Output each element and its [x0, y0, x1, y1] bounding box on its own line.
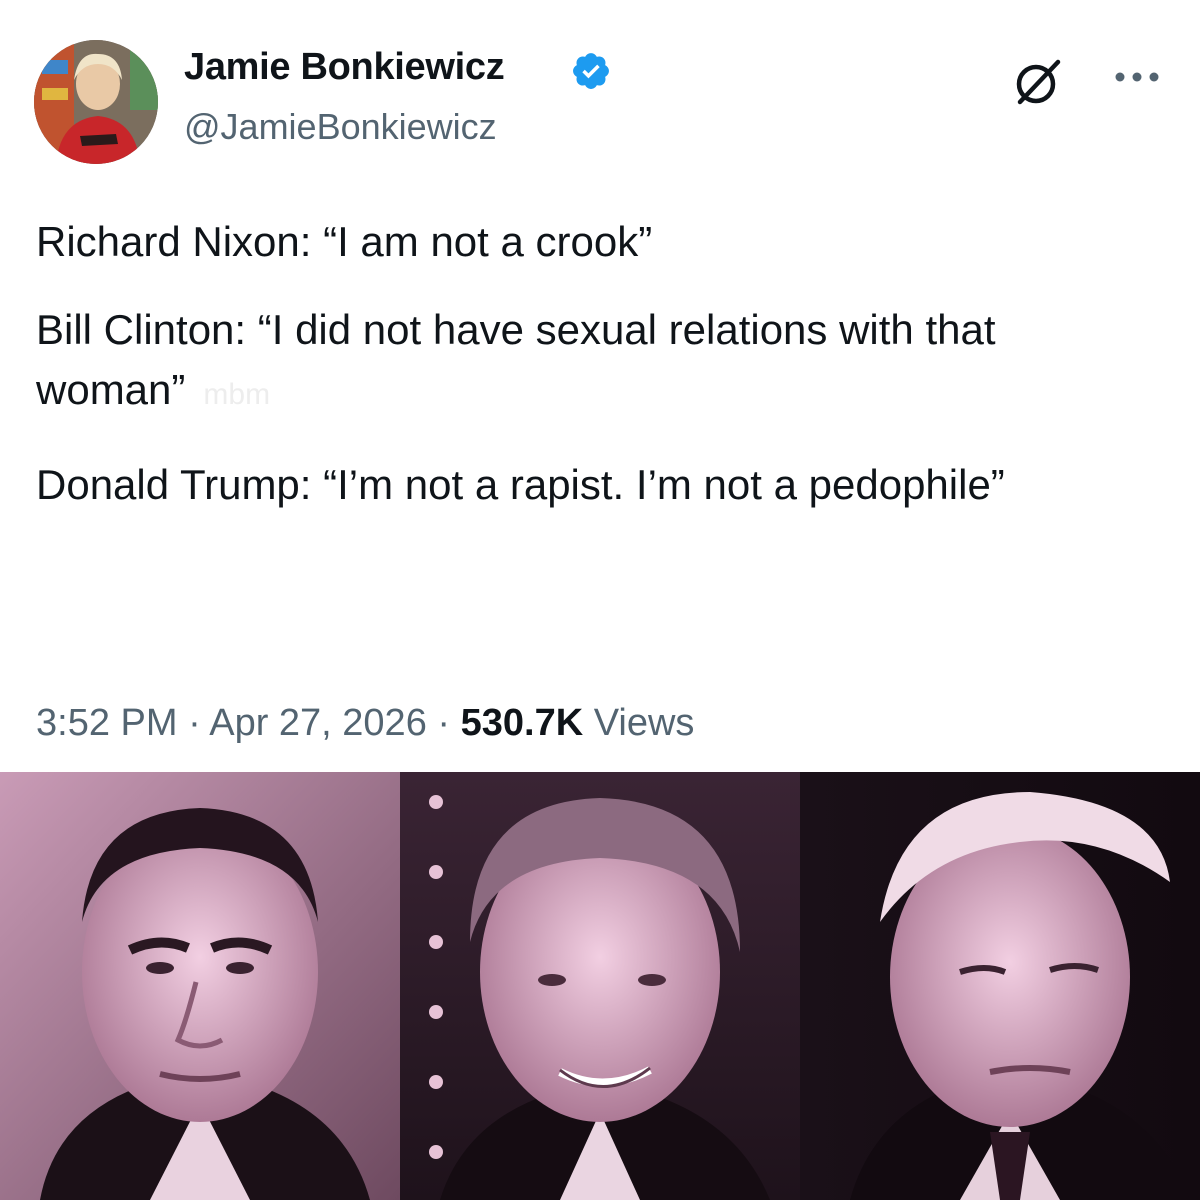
- portrait-trump: [800, 772, 1200, 1200]
- tweet-line-clinton: Bill Clinton: “I did not have sexual rel…: [36, 300, 1166, 425]
- author-display-name[interactable]: Jamie Bonkiewicz: [184, 46, 505, 89]
- portrait-nixon: [0, 772, 400, 1200]
- author-handle[interactable]: @JamieBonkiewicz: [184, 106, 497, 148]
- avatar-image: [34, 40, 158, 164]
- views-label: Views: [593, 702, 695, 744]
- views-count: 530.7K: [460, 702, 584, 744]
- meta-separator: ·: [437, 702, 451, 744]
- watermark-text: mbm: [203, 378, 271, 411]
- tweet-date[interactable]: Apr 27, 2026: [209, 702, 427, 744]
- author-avatar[interactable]: [34, 40, 158, 164]
- meta-separator: ·: [188, 702, 201, 744]
- portrait-clinton: [400, 772, 800, 1200]
- more-options-icon[interactable]: [1114, 70, 1160, 84]
- grok-icon[interactable]: [1012, 56, 1064, 108]
- tweet-line-trump: Donald Trump: “I’m not a rapist. I’m not…: [36, 461, 1005, 508]
- tweet-line-clinton-text: Bill Clinton: “I did not have sexual rel…: [36, 306, 996, 413]
- tweet-text: Richard Nixon: “I am not a crook” Bill C…: [36, 212, 1166, 545]
- tweet-line-nixon: Richard Nixon: “I am not a crook”: [36, 218, 653, 265]
- tweet-meta: 3:52 PM · Apr 27, 2026 · 530.7K Views: [36, 702, 694, 745]
- verified-badge-icon: [573, 53, 609, 89]
- tweet-time[interactable]: 3:52 PM: [36, 702, 178, 744]
- tweet-media[interactable]: [0, 772, 1200, 1200]
- tweet-card: Jamie Bonkiewicz @JamieBonkiewicz Richar…: [0, 0, 1200, 772]
- portrait-collage-image: [0, 772, 1200, 1200]
